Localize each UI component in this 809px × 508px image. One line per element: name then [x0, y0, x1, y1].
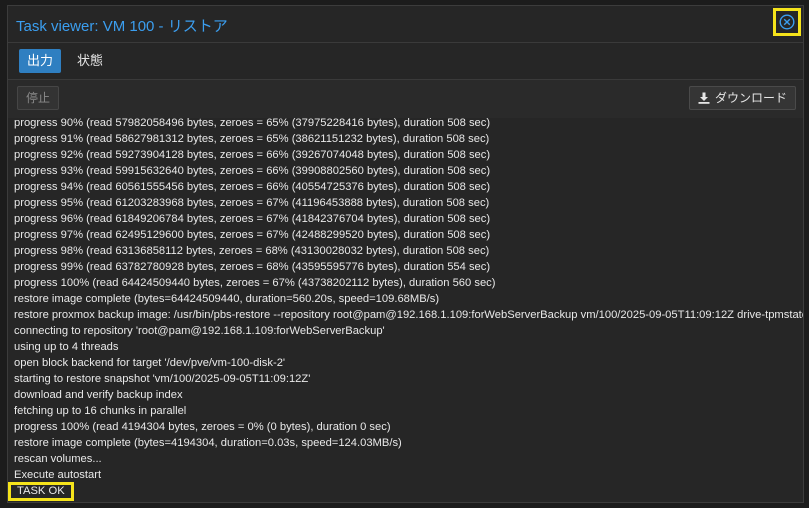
log-line: progress 90% (read 57982058496 bytes, ze… — [14, 118, 491, 129]
close-button[interactable] — [773, 8, 801, 36]
window-title: Task viewer: VM 100 - リストア — [16, 18, 228, 35]
log-line: restore image complete (bytes=6442450944… — [14, 293, 440, 305]
log-line: rescan volumes... — [14, 453, 102, 465]
log-line: connecting to repository 'root@pam@192.1… — [14, 325, 385, 337]
tab-bar: 出力 状態 — [8, 43, 803, 80]
title-bar: Task viewer: VM 100 - リストア — [8, 6, 803, 43]
log-line: progress 94% (read 60561555456 bytes, ze… — [14, 181, 491, 193]
task-viewer-window: Task viewer: VM 100 - リストア 出力 状態 停止 ダウンロ… — [7, 5, 804, 503]
log-line: progress 96% (read 61849206784 bytes, ze… — [14, 213, 491, 225]
log-line: progress 92% (read 59273904128 bytes, ze… — [14, 149, 491, 161]
log-line: progress 97% (read 62495129600 bytes, ze… — [14, 229, 491, 241]
log-line: download and verify backup index — [14, 389, 183, 401]
download-button[interactable]: ダウンロード — [689, 86, 797, 110]
log-output[interactable]: progress 90% (read 57982058496 bytes, ze… — [8, 118, 803, 502]
log-line: restore image complete (bytes=4194304, d… — [14, 437, 402, 449]
log-line: progress 95% (read 61203283968 bytes, ze… — [14, 197, 490, 209]
log-line: restore proxmox backup image: /usr/bin/p… — [14, 309, 803, 321]
log-line: starting to restore snapshot 'vm/100/202… — [14, 373, 311, 385]
log-line: progress 93% (read 59915632640 bytes, ze… — [14, 165, 491, 177]
log-line: progress 98% (read 63136858112 bytes, ze… — [14, 245, 490, 257]
log-line: using up to 4 threads — [14, 341, 119, 353]
task-ok-line: TASK OK — [8, 482, 74, 501]
stop-button[interactable]: 停止 — [17, 86, 60, 110]
tab-output[interactable]: 出力 — [19, 49, 62, 73]
log-line: progress 100% (read 4194304 bytes, zeroe… — [14, 421, 391, 433]
log-line: open block backend for target '/dev/pve/… — [14, 357, 286, 369]
tab-status[interactable]: 状態 — [69, 49, 111, 73]
close-circle-icon — [779, 14, 795, 30]
log-line: progress 91% (read 58627981312 bytes, ze… — [14, 133, 490, 145]
download-button-label: ダウンロード — [715, 91, 788, 105]
log-line: fetching up to 16 chunks in parallel — [14, 405, 187, 417]
toolbar: 停止 ダウンロード — [8, 80, 803, 119]
download-icon — [698, 92, 710, 104]
log-line: progress 100% (read 64424509440 bytes, z… — [14, 277, 496, 289]
log-line: progress 99% (read 63782780928 bytes, ze… — [14, 261, 491, 273]
log-line: Execute autostart — [14, 469, 102, 481]
